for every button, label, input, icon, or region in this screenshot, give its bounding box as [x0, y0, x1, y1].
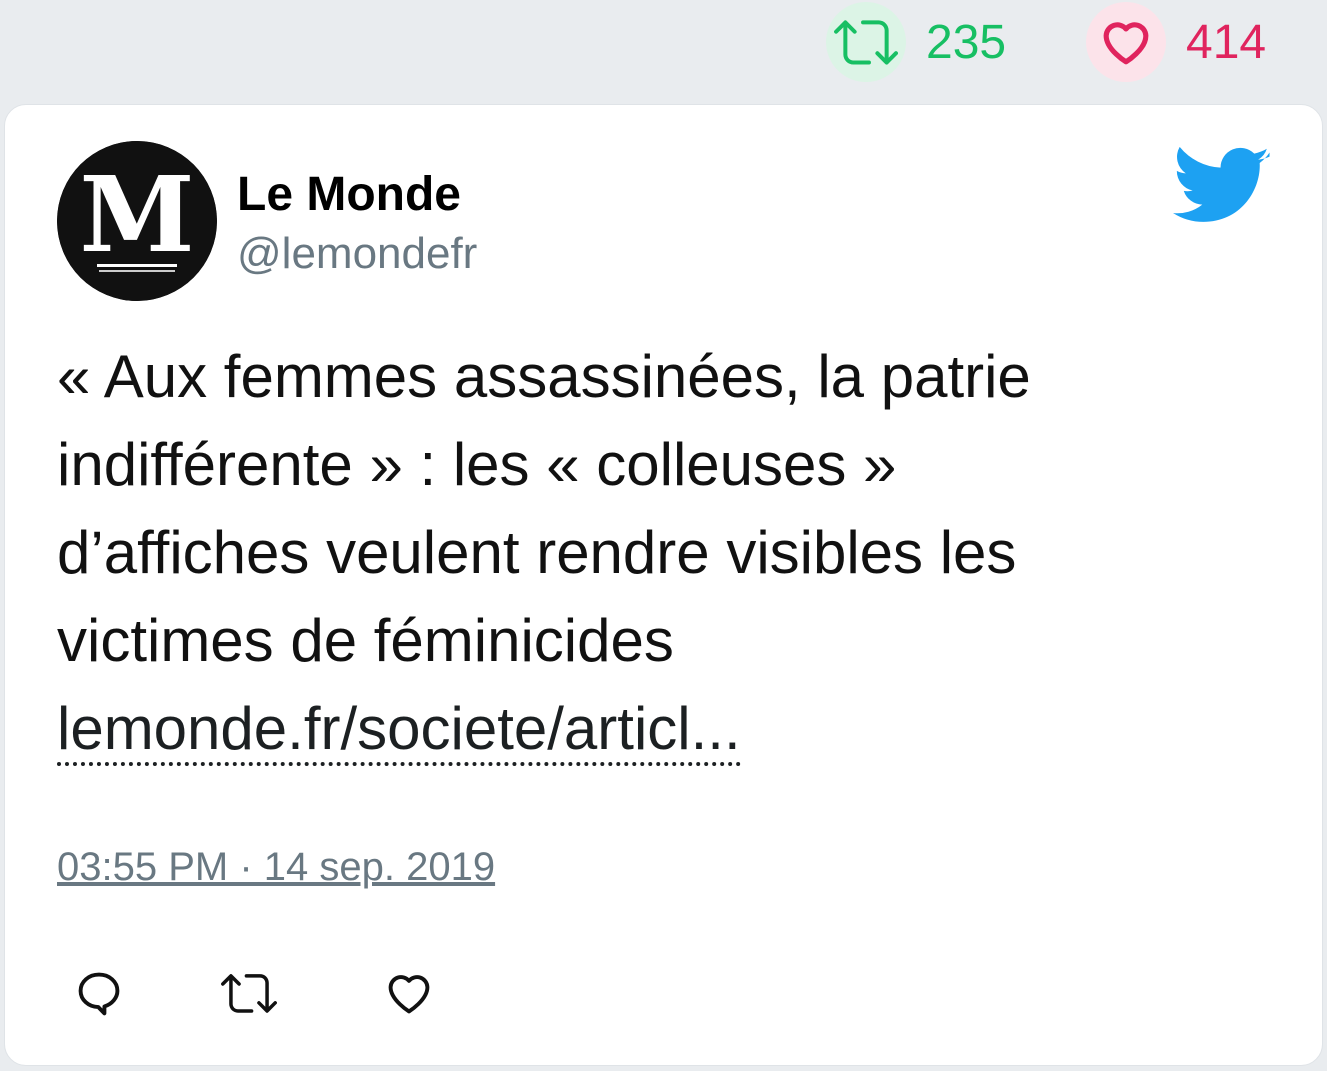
article-link[interactable]: lemonde.fr/societe/articl... — [57, 695, 741, 766]
svg-text:M: M — [79, 153, 194, 276]
retweet-button[interactable] — [221, 965, 277, 1021]
tweet-timestamp[interactable]: 03:55 PM · 14 sep. 2019 — [57, 845, 495, 890]
author-name[interactable]: Le Monde — [237, 167, 461, 222]
like-button[interactable] — [381, 965, 437, 1021]
tweet-text-line: « Aux femmes assassinées, la patrie — [57, 343, 1031, 410]
tweet-card: M Le Monde @lemondefr « Aux femmes assas… — [4, 104, 1323, 1066]
retweet-stat[interactable]: 235 — [826, 2, 1006, 82]
author-avatar[interactable]: M — [57, 141, 217, 301]
reply-icon — [78, 972, 120, 1016]
author-handle[interactable]: @lemondefr — [237, 229, 477, 279]
twitter-bird-icon[interactable] — [1173, 146, 1271, 227]
retweet-count: 235 — [926, 15, 1007, 69]
tweet-text-line: indifférente » : les « colleuses » — [57, 431, 897, 498]
tweet-text-line: d’affiches veulent rendre visibles les — [57, 519, 1017, 586]
reply-button[interactable] — [71, 965, 127, 1021]
heart-icon[interactable] — [1086, 2, 1166, 82]
retweet-icon[interactable] — [826, 2, 906, 82]
tweet-text-line: victimes de féminicides — [57, 607, 674, 674]
like-count: 414 — [1186, 15, 1267, 69]
le-monde-logo: M — [57, 141, 217, 301]
engagement-stats: 235 414 — [0, 0, 1327, 90]
like-stat[interactable]: 414 — [1086, 2, 1266, 82]
heart-icon — [388, 975, 430, 1014]
tweet-text: « Aux femmes assassinées, la patrie indi… — [57, 333, 1257, 773]
retweet-icon — [221, 974, 277, 1013]
